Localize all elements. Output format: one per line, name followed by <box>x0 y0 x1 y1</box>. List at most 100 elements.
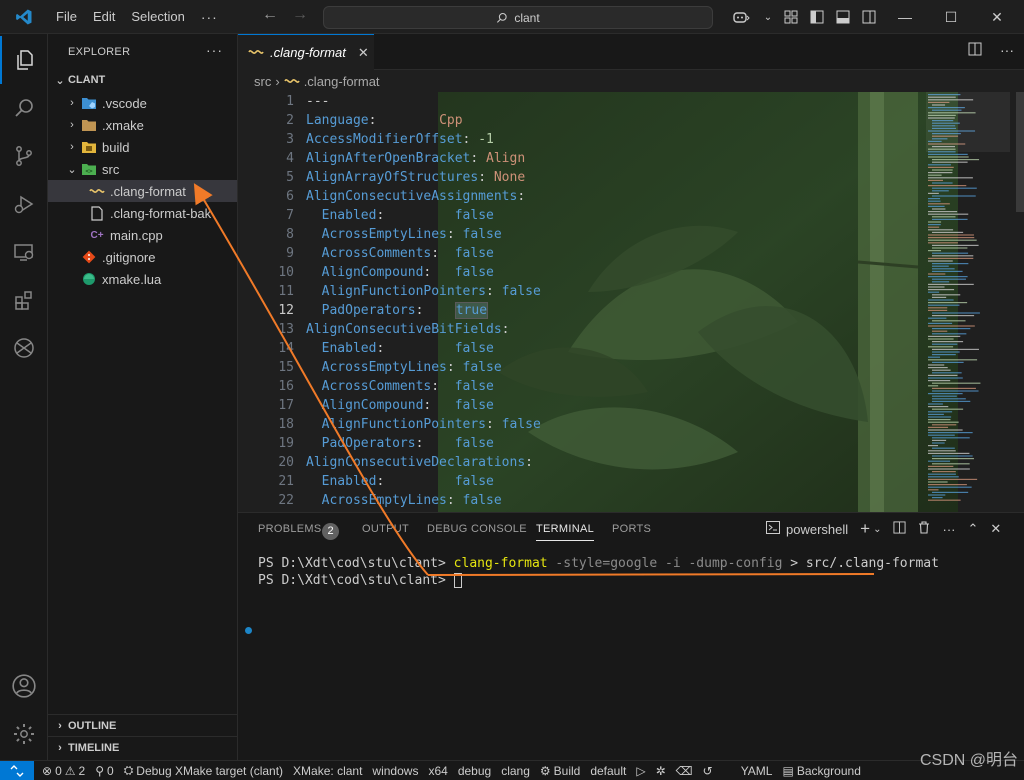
tree-item-clang-format[interactable]: .clang-format <box>48 180 237 202</box>
code-line[interactable]: Enabled: false <box>306 472 541 491</box>
code-line[interactable]: Enabled: false <box>306 339 541 358</box>
explorer-more-button[interactable]: ··· <box>206 42 223 58</box>
code-editor[interactable]: 1 2 3 4 5 6 7 8 9 10 11 12 13 14 15 16 17 18 19 20 21 22 --- L… <box>238 92 1024 512</box>
xmake-platform[interactable]: windows <box>367 764 423 778</box>
menu-file[interactable]: File <box>48 0 85 34</box>
run-icon[interactable]: ▷ <box>631 764 650 778</box>
code-line[interactable]: --- <box>306 92 541 111</box>
tree-item-xmake[interactable]: › .xmake <box>48 114 237 136</box>
scrollbar-thumb[interactable] <box>1016 92 1024 212</box>
tree-item-vscode[interactable]: › .vscode <box>48 92 237 114</box>
source-control-icon[interactable] <box>0 132 48 180</box>
tree-item-main-cpp[interactable]: C+ main.cpp <box>48 224 237 246</box>
problems-status[interactable]: ⊗ 0 ⚠ 2 <box>34 764 90 778</box>
code-line[interactable]: PadOperators: false <box>306 434 541 453</box>
maximize-panel-icon[interactable]: ⌃ <box>967 521 978 537</box>
history-icon[interactable]: ↺ <box>698 764 718 778</box>
more-actions-button[interactable]: ··· <box>942 522 955 537</box>
code-line[interactable]: Enabled: false <box>306 206 541 225</box>
minimap-viewport[interactable] <box>926 92 1010 152</box>
xmake-toolchain[interactable]: clang <box>496 764 535 778</box>
vertical-scrollbar[interactable] <box>1014 92 1024 512</box>
tab-close-icon[interactable]: ✕ <box>358 45 369 61</box>
code-line[interactable]: AlignArrayOfStructures: None <box>306 168 541 187</box>
tab-clang-format[interactable]: .clang-format ✕ <box>238 34 374 70</box>
tree-item-src[interactable]: ⌄ <> src <box>48 158 237 180</box>
code-line[interactable]: AlignConsecutiveBitFields: <box>306 320 541 339</box>
timeline-section[interactable]: › TIMELINE <box>48 736 237 758</box>
shell-name[interactable]: powershell <box>786 522 848 537</box>
code-line[interactable]: AlignConsecutiveAssignments: <box>306 187 541 206</box>
tree-item-clang-format-bak[interactable]: .clang-format-bak <box>48 202 237 224</box>
ports-status[interactable]: ⚲ 0 <box>90 764 118 778</box>
tab-output[interactable]: OUTPUT <box>362 523 409 535</box>
tab-ports[interactable]: PORTS <box>612 523 651 535</box>
build-target[interactable]: default <box>585 764 631 778</box>
accounts-icon[interactable] <box>0 662 48 710</box>
debug-bug-icon[interactable]: ✲ <box>651 764 671 778</box>
xmake-arch[interactable]: x64 <box>423 764 452 778</box>
run-debug-icon[interactable] <box>0 180 48 228</box>
new-terminal-plus-icon[interactable]: + <box>860 519 870 539</box>
remote-indicator-icon[interactable] <box>0 760 34 780</box>
code-line[interactable]: AcrossComments: false <box>306 244 541 263</box>
copilot-icon[interactable] <box>724 0 758 34</box>
more-actions-button[interactable]: ··· <box>1000 42 1014 59</box>
code-line[interactable]: AlignConsecutiveDeclarations: <box>306 453 541 472</box>
menu-selection[interactable]: Selection <box>123 0 192 34</box>
clean-icon[interactable]: ⌫ <box>671 764 698 778</box>
tree-item-build[interactable]: › build <box>48 136 237 158</box>
chevron-down-icon[interactable]: ⌄ <box>873 524 881 535</box>
search-view-icon[interactable] <box>0 84 48 132</box>
forward-arrow-icon[interactable]: → <box>292 6 308 24</box>
code-content[interactable]: --- Language: Cpp AccessModifierOffset: -1… <box>306 92 541 510</box>
toggle-panel-icon[interactable] <box>830 0 856 34</box>
split-terminal-icon[interactable] <box>893 521 907 537</box>
code-line[interactable]: AccessModifierOffset: -1 <box>306 130 541 149</box>
code-line[interactable]: AlignAfterOpenBracket: Align <box>306 149 541 168</box>
workspace-root[interactable]: ⌄ CLANT <box>48 69 237 91</box>
toggle-primary-sidebar-icon[interactable] <box>804 0 830 34</box>
code-line[interactable]: AlignFunctionPointers: false <box>306 415 541 434</box>
minimap[interactable] <box>926 92 1010 512</box>
terminal-output[interactable]: PS D:\Xdt\cod\stu\clant> clang-format -s… <box>258 555 939 589</box>
tab-debug-console[interactable]: DEBUG CONSOLE <box>427 523 527 535</box>
language-mode[interactable]: YAML <box>736 764 778 778</box>
tree-item-xmake-lua[interactable]: xmake.lua <box>48 268 237 290</box>
close-panel-icon[interactable]: ✕ <box>990 521 1001 537</box>
code-line[interactable]: AlignCompound: false <box>306 263 541 282</box>
customize-layout-icon[interactable] <box>778 0 804 34</box>
chevron-down-icon[interactable]: ⌄ <box>758 0 778 34</box>
trash-icon[interactable] <box>918 521 930 537</box>
toggle-secondary-sidebar-icon[interactable] <box>856 0 882 34</box>
build-status[interactable]: ⚙ Build <box>535 764 585 778</box>
settings-gear-icon[interactable] <box>0 710 48 758</box>
close-button[interactable]: ✕ <box>974 0 1020 34</box>
breadcrumb-file[interactable]: .clang-format <box>304 74 380 89</box>
menu-more-button[interactable]: ··· <box>193 0 226 34</box>
debug-target-status[interactable]: ⛭ Debug XMake target (clant) <box>119 763 288 778</box>
minimize-button[interactable]: — <box>882 0 928 34</box>
code-line[interactable]: Language: Cpp <box>306 111 541 130</box>
tree-item-gitignore[interactable]: .gitignore <box>48 246 237 268</box>
code-line[interactable]: AcrossComments: false <box>306 377 541 396</box>
xmake-project-status[interactable]: XMake: clant <box>288 764 367 778</box>
back-arrow-icon[interactable]: ← <box>262 6 278 24</box>
xmake-icon[interactable] <box>0 324 48 372</box>
code-line[interactable]: AcrossEmptyLines: false <box>306 225 541 244</box>
breadcrumb-folder[interactable]: src <box>254 74 271 89</box>
maximize-button[interactable]: ☐ <box>928 0 974 34</box>
menu-edit[interactable]: Edit <box>85 0 123 34</box>
explorer-icon[interactable] <box>0 36 48 84</box>
xmake-mode[interactable]: debug <box>453 764 496 778</box>
tab-terminal[interactable]: TERMINAL <box>536 523 595 541</box>
code-line[interactable]: AcrossEmptyLines: false <box>306 358 541 377</box>
code-line[interactable]: AcrossEmptyLines: false <box>306 491 541 510</box>
background-status[interactable]: ▤ Background <box>777 764 865 778</box>
split-editor-icon[interactable] <box>968 42 982 59</box>
extensions-icon[interactable] <box>0 276 48 324</box>
code-line[interactable]: PadOperators: true <box>306 301 541 320</box>
code-line[interactable]: AlignFunctionPointers: false <box>306 282 541 301</box>
remote-explorer-icon[interactable] <box>0 228 48 276</box>
code-line[interactable]: AlignCompound: false <box>306 396 541 415</box>
